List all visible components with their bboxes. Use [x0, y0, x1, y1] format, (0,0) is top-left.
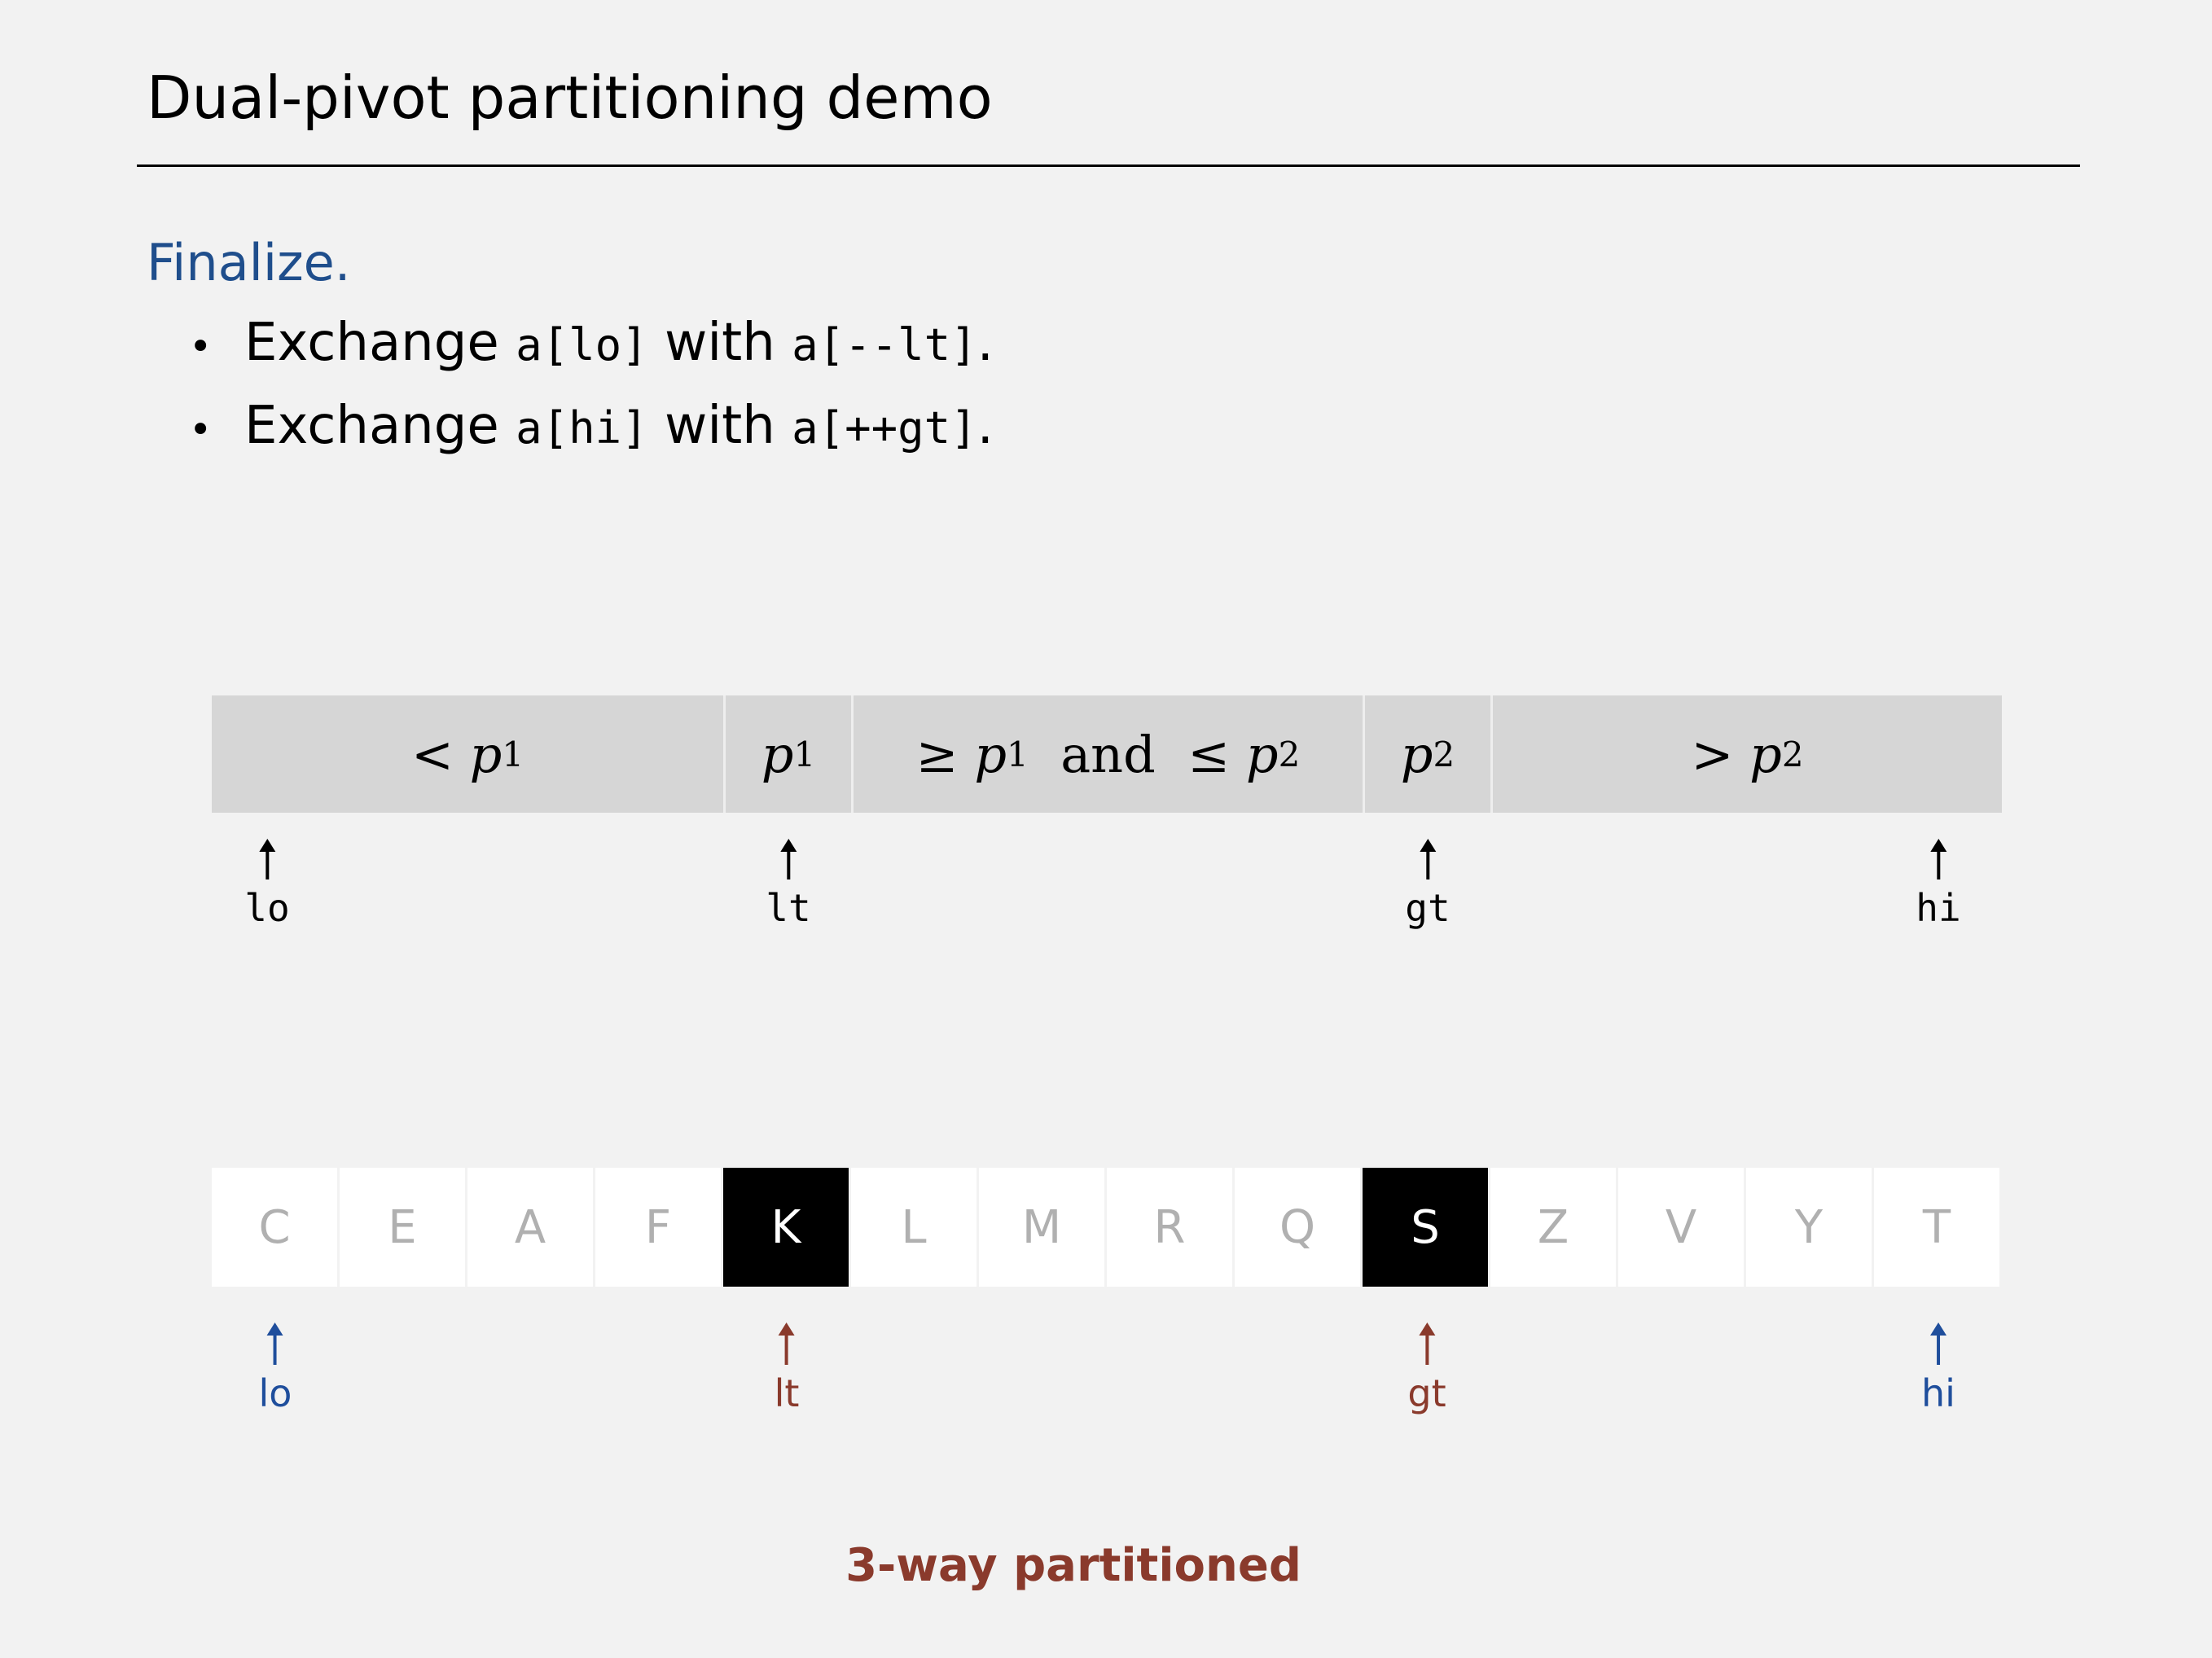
code-snippet: a[++gt]	[792, 402, 977, 454]
step-subtitle: Finalize.	[147, 233, 351, 292]
code-snippet: a[hi]	[516, 402, 648, 454]
region-greater-than-p2: > p2	[1490, 695, 2002, 813]
region-subscript: 1	[1007, 734, 1029, 774]
region-less-than-p1: < p1	[212, 695, 723, 813]
bullet-text: with	[647, 396, 792, 456]
up-arrow-icon	[1930, 1322, 1946, 1365]
partition-invariant-bar: < p1 p1 ≥ p1 and ≤ p2 p2 > p2	[212, 695, 2002, 813]
array-pointer-hi: hi	[1921, 1319, 1955, 1415]
bullet-text: with	[647, 313, 792, 373]
code-snippet: a[lo]	[516, 319, 648, 371]
region-subscript: 1	[502, 734, 524, 774]
array-cell: T	[1874, 1168, 1999, 1287]
array-pointer-lt: lt	[774, 1319, 800, 1415]
region-operator: <	[410, 724, 470, 784]
code-snippet: a[--lt]	[792, 319, 977, 371]
pointer-label: lt	[774, 1371, 800, 1415]
title-divider	[137, 164, 2080, 167]
array-cell: R	[1107, 1168, 1232, 1287]
region-operator: ≥	[915, 724, 975, 784]
pointer-gt: gt	[1405, 836, 1451, 930]
pointer-hi: hi	[1916, 836, 1961, 930]
array-cell: C	[212, 1168, 337, 1287]
pointer-label: lt	[766, 886, 811, 930]
region-variable: p	[761, 724, 794, 784]
region-p1: p1	[723, 695, 851, 813]
array-row: C E A F K L M R Q S Z V Y T	[212, 1168, 1999, 1287]
array-cell: Y	[1746, 1168, 1872, 1287]
bullet-text: Exchange	[244, 396, 516, 456]
bullet-text: Exchange	[244, 313, 516, 373]
array-cell: M	[979, 1168, 1104, 1287]
region-subscript: 1	[793, 734, 816, 774]
up-arrow-icon	[779, 839, 797, 879]
region-variable: p	[469, 724, 503, 784]
array-cell: L	[851, 1168, 977, 1287]
pivot-cell-p2: S	[1363, 1168, 1488, 1287]
up-arrow-icon	[267, 1322, 283, 1365]
pointer-lo: lo	[244, 836, 290, 930]
pointer-label: hi	[1916, 886, 1961, 930]
up-arrow-icon	[258, 839, 275, 879]
pointer-label: gt	[1407, 1371, 1446, 1415]
region-variable: p	[1400, 724, 1433, 784]
bullet-item: • Exchange a[hi] with a[++gt].	[189, 396, 994, 456]
up-arrow-icon	[1419, 1322, 1435, 1365]
region-variable: p	[1245, 724, 1279, 784]
region-conjunction: and	[1028, 724, 1188, 784]
region-operator: >	[1691, 724, 1750, 784]
array-cell: A	[467, 1168, 593, 1287]
result-caption: 3-way partitioned	[845, 1539, 1301, 1592]
bullet-text: .	[977, 396, 994, 456]
array-pointer-lo: lo	[259, 1319, 292, 1415]
region-subscript: 2	[1433, 734, 1455, 774]
array-cell: Z	[1490, 1168, 1616, 1287]
array-cell: F	[595, 1168, 721, 1287]
up-arrow-icon	[778, 1322, 795, 1365]
bullet-dot: •	[189, 324, 213, 370]
array-cell: E	[340, 1168, 465, 1287]
up-arrow-icon	[1929, 839, 1946, 879]
bullet-dot: •	[189, 407, 213, 453]
bullet-text: .	[977, 313, 994, 373]
region-subscript: 2	[1781, 734, 1804, 774]
array-cell: V	[1618, 1168, 1744, 1287]
region-subscript: 2	[1278, 734, 1301, 774]
bullet-item: • Exchange a[lo] with a[--lt].	[189, 313, 994, 373]
array-cell: Q	[1235, 1168, 1360, 1287]
pointer-label: lo	[244, 886, 290, 930]
pointer-label: lo	[258, 1371, 292, 1415]
array-pointer-gt: gt	[1407, 1319, 1446, 1415]
page-title: Dual-pivot partitioning demo	[147, 64, 993, 132]
region-variable: p	[1749, 724, 1782, 784]
pointer-label: hi	[1921, 1371, 1955, 1415]
region-variable: p	[974, 724, 1007, 784]
pivot-cell-p1: K	[723, 1168, 849, 1287]
region-between-pivots: ≥ p1 and ≤ p2	[851, 695, 1363, 813]
pointer-lt: lt	[766, 836, 811, 930]
pointer-label: gt	[1405, 886, 1451, 930]
region-p2: p2	[1363, 695, 1490, 813]
region-operator: ≤	[1187, 724, 1246, 784]
up-arrow-icon	[1419, 839, 1436, 879]
